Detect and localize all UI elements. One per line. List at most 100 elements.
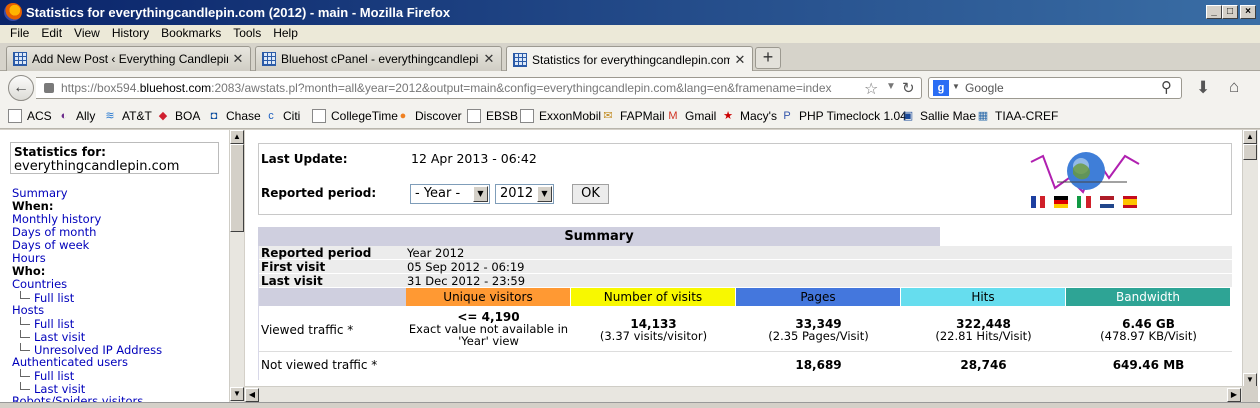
bookmark-ally[interactable]: ◐ Ally (57, 109, 96, 123)
bookmark-boa[interactable]: ◆ BOA (156, 109, 201, 123)
close-window-button[interactable]: × (1240, 5, 1256, 19)
search-bar[interactable]: g ▼ Google ⚲ (928, 77, 1182, 99)
menu-history[interactable]: History (106, 25, 155, 40)
bookmark-chase[interactable]: ◘ Chase (207, 109, 261, 123)
chevron-down-icon[interactable]: ▼ (537, 186, 552, 202)
not-viewed-pages-cell: 18,689 (736, 359, 901, 371)
bookmark-ebsb[interactable]: EBSB (467, 109, 518, 123)
maximize-button[interactable]: □ (1222, 5, 1238, 19)
bookmark-favicon-icon (467, 109, 481, 123)
search-magnifier-icon[interactable]: ⚲ (1161, 78, 1172, 96)
scrollbar-thumb[interactable] (1243, 144, 1257, 160)
site-domain: everythingcandlepin.com (14, 159, 180, 174)
menu-link-full-list[interactable]: Full list (12, 369, 162, 383)
menu-file[interactable]: File (0, 25, 35, 40)
bookmark-citi[interactable]: c Citi (264, 109, 300, 123)
last-update-value: 12 Apr 2013 - 06:42 (411, 151, 537, 166)
bookmarks-toolbar: ACS ◐ Ally ≋ AT&T ◆ BOA ◘ Chase c Citi CollegeTime ●… (0, 104, 1260, 129)
reload-icon[interactable]: ↻ (902, 79, 915, 97)
scroll-up-icon[interactable]: ▲ (1243, 130, 1257, 144)
left-frame-scrollbar[interactable]: ▲ ▼ (229, 130, 244, 402)
bookmark-collegetime[interactable]: CollegeTime (312, 109, 398, 123)
bookmark-fapmail[interactable]: ✉ FAPMail (601, 109, 664, 123)
tab-statistics[interactable]: Statistics for everythingcandlepin.com (… (506, 46, 753, 72)
tab-bluehost-cpanel[interactable]: Bluehost cPanel - everythingcandlepin.co… (255, 46, 502, 71)
bookmark-at-t[interactable]: ≋ AT&T (103, 109, 151, 123)
minimize-button[interactable]: _ (1206, 5, 1222, 19)
bookmark-tiaa-cref[interactable]: ▦ TIAA-CREF (976, 109, 1059, 123)
bookmark-favicon-icon (312, 109, 326, 123)
menu-view[interactable]: View (68, 25, 106, 40)
not-viewed-bandwidth-value: 649.46 MB (1112, 358, 1185, 372)
bookmark-label: Citi (283, 109, 301, 123)
last-update-label: Last Update: (261, 152, 348, 166)
lock-icon[interactable] (44, 83, 54, 93)
info-row: Reported period Year 2012 (259, 246, 1232, 260)
window-title: Statistics for everythingcandlepin.com (… (26, 5, 451, 20)
scroll-up-icon[interactable]: ▲ (230, 130, 244, 144)
url-bar[interactable]: https://box594.bluehost.com:2083/awstats… (36, 77, 922, 99)
bookmark-macy-s[interactable]: ★ Macy's (721, 109, 777, 123)
menu-link-authenticated-users[interactable]: Authenticated users (12, 356, 162, 369)
bookmark-acs[interactable]: ACS (8, 109, 52, 123)
bookmark-label: EBSB (486, 109, 519, 123)
menu-edit[interactable]: Edit (35, 25, 68, 40)
awstats-logo-icon[interactable] (1029, 148, 1144, 212)
download-icon[interactable]: ⬇ (1196, 78, 1210, 98)
menu-tools[interactable]: Tools (227, 25, 267, 40)
google-search-engine-icon[interactable]: g (933, 80, 949, 96)
tab-add-new-post[interactable]: Add New Post ‹ Everything Candlepin — ..… (6, 46, 251, 71)
tab-label: Bluehost cPanel - everythingcandlepin.co… (281, 52, 479, 66)
bookmark-star-icon[interactable]: ☆ (864, 79, 878, 99)
menu-link-full-list[interactable]: Full list (12, 317, 162, 331)
scroll-down-icon[interactable]: ▼ (230, 387, 244, 401)
bookmark-favicon-icon: ≋ (105, 110, 115, 122)
column-header-hits: Hits (901, 288, 1065, 306)
not-viewed-hits-value: 28,746 (960, 358, 1007, 372)
scroll-down-icon[interactable]: ▼ (1243, 373, 1257, 387)
statistics-for-box: Statistics for: everythingcandlepin.com (10, 142, 219, 174)
info-value: 05 Sep 2012 - 06:19 (407, 260, 525, 274)
tab-close-icon[interactable]: ✕ (734, 52, 746, 68)
menu-link-hosts[interactable]: Hosts (12, 304, 162, 317)
menu-link-countries[interactable]: Countries (12, 278, 162, 291)
url-history-dropdown-icon[interactable]: ▼ (886, 81, 896, 92)
search-engine-dropdown-icon[interactable]: ▼ (952, 82, 960, 91)
new-tab-button[interactable]: + (755, 47, 781, 69)
bookmark-php-timeclock-1-04[interactable]: P PHP Timeclock 1.04 (780, 109, 907, 123)
ok-button[interactable]: OK (572, 184, 609, 204)
menu-bookmarks[interactable]: Bookmarks (155, 25, 227, 40)
bookmark-gmail[interactable]: M Gmail (666, 109, 716, 123)
home-icon[interactable]: ⌂ (1229, 77, 1239, 97)
bookmark-discover[interactable]: ● Discover (396, 109, 462, 123)
back-button[interactable]: ← (8, 75, 34, 101)
url-text[interactable]: https://box594.bluehost.com:2083/awstats… (61, 81, 832, 95)
main-frame-horizontal-scrollbar[interactable]: ◀ ▶ (245, 386, 1242, 402)
column-header-number-of-visits: Number of visits (571, 288, 735, 306)
month-select[interactable]: - Year - ▼ (410, 184, 490, 204)
not-viewed-pages-value: 18,689 (795, 358, 842, 372)
month-select-value: - Year - (415, 186, 461, 201)
bookmark-label: ACS (27, 109, 52, 123)
tab-strip: Add New Post ‹ Everything Candlepin — ..… (0, 43, 1260, 72)
bookmark-label: Chase (226, 109, 261, 123)
search-input[interactable]: Google (965, 81, 1004, 95)
bookmark-exxonmobil[interactable]: ExxonMobil (520, 109, 601, 123)
main-frame-vertical-scrollbar[interactable]: ▲ ▼ (1242, 130, 1258, 390)
scroll-right-icon[interactable]: ▶ (1227, 388, 1241, 402)
update-period-box: Last Update: 12 Apr 2013 - 06:42 Reporte… (258, 143, 1232, 215)
menu-help[interactable]: Help (267, 25, 304, 40)
bookmark-sallie-mae[interactable]: ▣ Sallie Mae (901, 109, 976, 123)
menu-link-last-visit[interactable]: Last visit (12, 330, 162, 344)
bookmark-favicon-icon (8, 109, 22, 123)
tab-close-icon[interactable]: ✕ (232, 51, 244, 67)
bookmark-favicon-icon: ◘ (210, 110, 218, 122)
scroll-left-icon[interactable]: ◀ (245, 388, 259, 402)
info-key: First visit (261, 260, 326, 274)
chevron-down-icon[interactable]: ▼ (473, 186, 488, 202)
year-select[interactable]: 2012 ▼ (495, 184, 554, 204)
tab-close-icon[interactable]: ✕ (483, 51, 495, 67)
reported-period-label: Reported period: (261, 186, 377, 200)
scrollbar-thumb[interactable] (230, 144, 244, 232)
unique-visitors-note-2: 'Year' view (458, 334, 519, 348)
